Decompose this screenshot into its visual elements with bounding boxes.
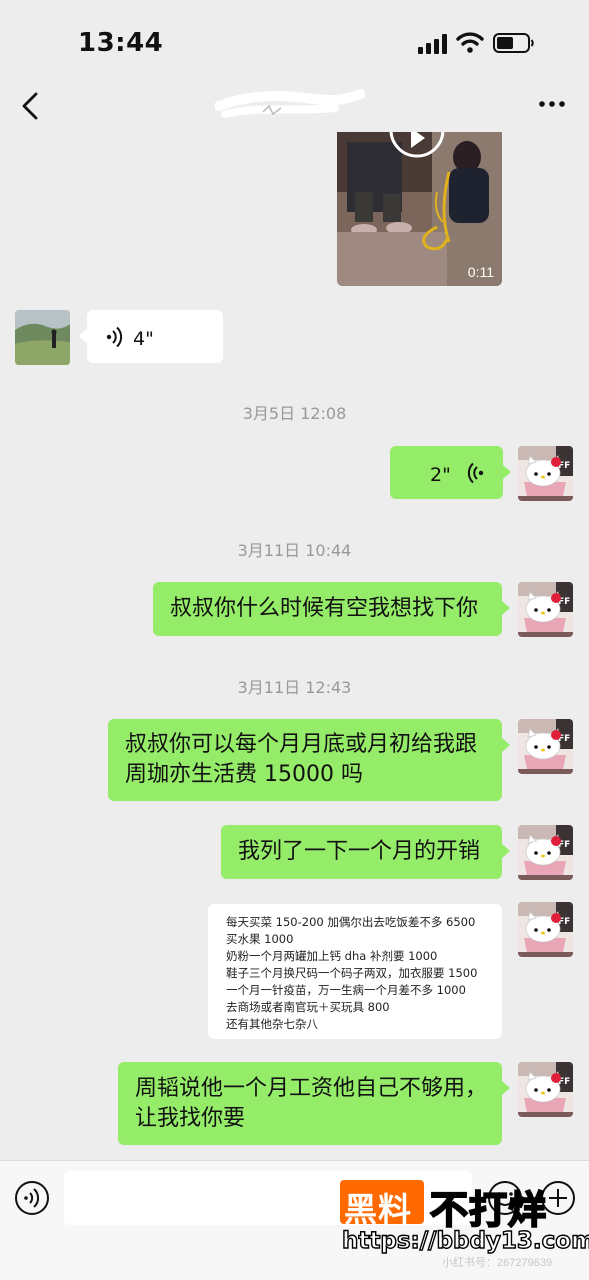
hello-kitty-avatar-image [518, 582, 573, 637]
expense-line: 奶粉一个月两罐加上钙 dha 补剂要 1000 [226, 949, 438, 963]
timestamp: 3月11日 10:44 [237, 541, 352, 560]
expense-list-image[interactable]: 每天买菜 150-200 加偶尔出去吃饭差不多 6500 买水果 1000 奶粉… [208, 904, 502, 1039]
hello-kitty-avatar-image [518, 446, 573, 501]
voice-message-received[interactable]: 4" [79, 310, 223, 363]
message-text: 叔叔你可以每个月月底或月初给我跟 周珈亦生活费 15000 吗 [125, 732, 478, 787]
video-message[interactable]: 0:11 [337, 132, 502, 286]
wifi-icon [456, 32, 484, 53]
voice-toggle-icon[interactable] [14, 1180, 50, 1216]
voice-icon [106, 326, 123, 348]
expense-line: 买水果 1000 [226, 932, 294, 946]
voice-duration: 4" [133, 328, 154, 350]
more-icon[interactable] [536, 92, 568, 116]
text-message-sent[interactable]: 我列了一下一个月的开销 [221, 825, 510, 879]
contact-avatar[interactable] [15, 310, 70, 365]
voice-message-sent[interactable]: 2" [390, 446, 511, 499]
hello-kitty-avatar-image [518, 719, 573, 774]
watermark-badge: 黑料 [340, 1180, 424, 1229]
hello-kitty-avatar-image [518, 1062, 573, 1117]
redaction-scribble [215, 89, 365, 118]
voice-duration: 2" [430, 464, 451, 486]
message-text: 叔叔你什么时候有空我想找下你 [170, 596, 479, 621]
text-message-sent[interactable]: 叔叔你可以每个月月底或月初给我跟 周珈亦生活费 15000 吗 [108, 719, 510, 801]
message-text: 周韬说他一个月工资他自己不够用， 让我找你要 [135, 1076, 488, 1131]
watermark: 黑料 不打烊 https://bbdy13.com 小红书号：267279639 [340, 1178, 589, 1278]
my-avatar[interactable] [518, 582, 573, 637]
timestamp: 3月11日 12:43 [237, 678, 352, 697]
watermark-brand-part2: 不打烊 [429, 1187, 548, 1233]
hello-kitty-avatar-image [518, 902, 573, 957]
status-bar: 13:44 [0, 0, 589, 80]
text-message-sent[interactable]: 周韬说他一个月工资他自己不够用， 让我找你要 [118, 1062, 510, 1145]
expense-line: 一个月一针疫苗，万一生病一个月差不多 1000 [226, 983, 466, 997]
expense-line: 每天买菜 150-200 加偶尔出去吃饭差不多 6500 [226, 915, 476, 929]
message-list[interactable]: 0:11 4" 3月5日 12:08 2" 3月11日 10:44 叔叔你什么时… [0, 132, 589, 1160]
play-icon[interactable] [389, 132, 445, 166]
message-text: 我列了一下一个月的开销 [238, 839, 481, 864]
back-icon[interactable] [18, 90, 42, 122]
expense-line: 鞋子三个月换尺码一个码子两双，加衣服要 1500 [226, 966, 478, 980]
watermark-brand-part1: 黑料 [344, 1190, 412, 1229]
expense-line: 还有其他杂七杂八 [226, 1017, 318, 1031]
watermark-url: https://bbdy13.com [341, 1227, 589, 1254]
signal-icon [418, 34, 447, 54]
text-message-sent[interactable]: 叔叔你什么时候有空我想找下你 [153, 582, 510, 636]
my-avatar[interactable] [518, 902, 573, 957]
my-avatar[interactable] [518, 825, 573, 880]
status-time: 13:44 [78, 28, 164, 58]
my-avatar[interactable] [518, 446, 573, 501]
voice-icon [467, 462, 484, 484]
avatar-landscape-image [15, 310, 70, 365]
expense-line: 去商场或者南官玩＋买玩具 800 [226, 1000, 390, 1014]
video-duration: 0:11 [467, 264, 494, 280]
chat-header [0, 80, 589, 132]
my-avatar[interactable] [518, 1062, 573, 1117]
hello-kitty-avatar-image [518, 825, 573, 880]
my-avatar[interactable] [518, 719, 573, 774]
watermark-faint-id: 小红书号：267279639 [442, 1257, 553, 1269]
timestamp: 3月5日 12:08 [242, 404, 347, 423]
battery-icon [493, 33, 534, 53]
